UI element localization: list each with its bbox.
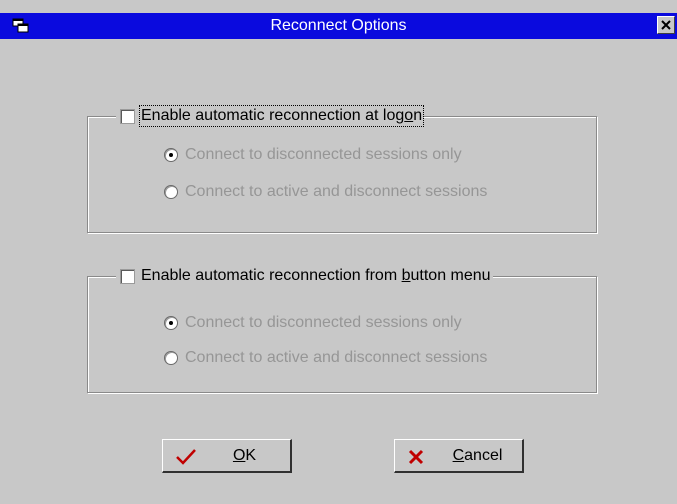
logon-reconnect-checkbox[interactable]	[120, 108, 135, 124]
button-menu-reconnect-group: Enable automatic reconnection from butto…	[87, 265, 597, 393]
accelerator: C	[452, 446, 465, 464]
button-menu-reconnect-label[interactable]: Enable automatic reconnection from butto…	[141, 267, 491, 285]
cancel-button-label: Cancel	[395, 447, 522, 465]
radio-button[interactable]	[164, 351, 178, 365]
label-accelerator: o	[404, 107, 414, 124]
button-menu-reconnect-checkbox-row[interactable]: Enable automatic reconnection from butto…	[116, 265, 493, 287]
label-text: Enable automatic reconnection at log	[141, 107, 405, 124]
button-menu-option-active-and-disconnected[interactable]: Connect to active and disconnect session…	[164, 349, 487, 367]
reconnect-options-dialog: Reconnect Options Enable automatic recon…	[0, 0, 677, 504]
ok-button-label: OK	[163, 447, 290, 465]
button-menu-option-disconnected-only[interactable]: Connect to disconnected sessions only	[164, 314, 462, 332]
option-label: Connect to disconnected sessions only	[185, 314, 462, 331]
radio-button[interactable]	[164, 185, 178, 199]
label-rest: K	[245, 446, 257, 464]
label-rest: ancel	[464, 446, 503, 464]
label-accelerator: b	[401, 267, 411, 284]
logon-reconnect-checkbox-row[interactable]: Enable automatic reconnection at logon	[116, 105, 425, 127]
accelerator: O	[232, 446, 246, 464]
close-button[interactable]	[657, 16, 675, 34]
cancel-button[interactable]: Cancel	[394, 439, 524, 473]
logon-reconnect-label[interactable]: Enable automatic reconnection at logon	[138, 105, 425, 127]
radio-button-selected[interactable]	[164, 316, 178, 330]
title-bar[interactable]: Reconnect Options	[0, 13, 677, 39]
label-text-end: n	[413, 107, 423, 124]
option-label: Connect to active and disconnect session…	[185, 349, 488, 366]
option-label: Connect to active and disconnect session…	[185, 183, 488, 200]
close-icon	[661, 20, 671, 30]
button-menu-reconnect-checkbox[interactable]	[120, 268, 135, 284]
logon-option-active-and-disconnected[interactable]: Connect to active and disconnect session…	[164, 183, 487, 201]
ok-button[interactable]: OK	[162, 439, 292, 473]
option-label: Connect to disconnected sessions only	[185, 146, 462, 163]
label-text: Enable automatic reconnection from	[141, 267, 402, 284]
logon-reconnect-group: Enable automatic reconnection at logon C…	[87, 105, 597, 233]
radio-button-selected[interactable]	[164, 148, 178, 162]
label-text-end: utton menu	[410, 267, 491, 284]
window-title: Reconnect Options	[270, 17, 407, 34]
logon-option-disconnected-only[interactable]: Connect to disconnected sessions only	[164, 146, 462, 164]
